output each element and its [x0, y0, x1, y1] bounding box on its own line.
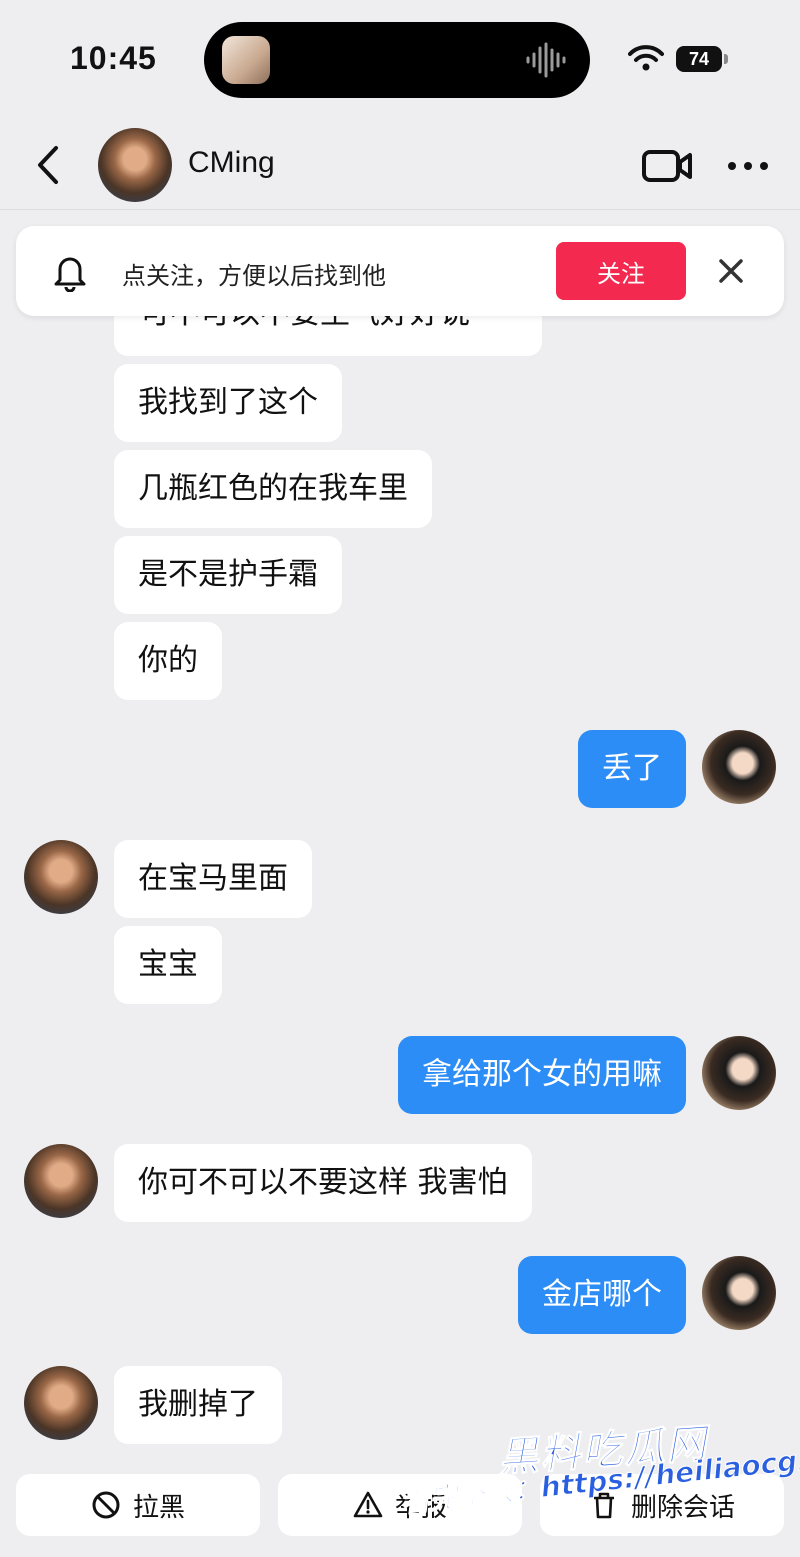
contact-avatar[interactable]	[24, 1144, 98, 1218]
follow-banner: 点关注，方便以后找到他 关注	[16, 226, 784, 316]
block-icon	[92, 1491, 120, 1519]
more-options-icon[interactable]	[726, 148, 770, 184]
chat-header: CMing	[0, 120, 800, 210]
back-chevron-icon[interactable]	[28, 140, 68, 190]
warning-icon	[353, 1491, 383, 1518]
message-bubble-incoming[interactable]: 我找到了这个	[114, 364, 342, 442]
follow-banner-text: 点关注，方便以后找到他	[122, 262, 386, 290]
block-button[interactable]: 拉黑	[16, 1474, 260, 1536]
message-bubble-incoming[interactable]: 你可不可以不要这样 我害怕	[114, 1144, 532, 1222]
now-playing-thumbnail	[222, 36, 270, 84]
contact-name[interactable]: CMing	[188, 146, 275, 180]
contact-avatar[interactable]	[24, 1366, 98, 1440]
self-avatar[interactable]	[702, 1036, 776, 1110]
close-icon[interactable]	[714, 254, 748, 288]
dynamic-island[interactable]	[204, 22, 590, 98]
message-bubble-outgoing[interactable]: 金店哪个	[518, 1256, 686, 1334]
message-bubble-outgoing[interactable]: 丢了	[578, 730, 686, 808]
message-bubble-incoming[interactable]: 是不是护手霜	[114, 536, 342, 614]
bell-icon	[54, 257, 86, 292]
status-time: 10:45	[70, 40, 157, 76]
message-bubble-incoming[interactable]: 在宝马里面	[114, 840, 312, 918]
block-label: 拉黑	[132, 1492, 185, 1523]
status-bar: 10:45 74	[0, 0, 800, 120]
wifi-icon	[628, 45, 664, 71]
message-bubble-incoming[interactable]: 你的	[114, 622, 222, 700]
message-bubble-incoming[interactable]: 几瓶红色的在我车里	[114, 450, 432, 528]
self-avatar[interactable]	[702, 730, 776, 804]
message-bubble-incoming[interactable]: 我删掉了	[114, 1366, 282, 1444]
battery-indicator: 74	[676, 46, 728, 72]
contact-avatar[interactable]	[24, 840, 98, 914]
contact-avatar[interactable]	[98, 128, 172, 202]
video-call-icon[interactable]	[640, 146, 694, 186]
audio-wave-icon	[526, 42, 566, 78]
self-avatar[interactable]	[702, 1256, 776, 1330]
message-bubble-outgoing[interactable]: 拿给那个女的用嘛	[398, 1036, 686, 1114]
follow-button[interactable]: 关注	[556, 242, 686, 300]
message-bubble-incoming[interactable]: 宝宝	[114, 926, 222, 1004]
